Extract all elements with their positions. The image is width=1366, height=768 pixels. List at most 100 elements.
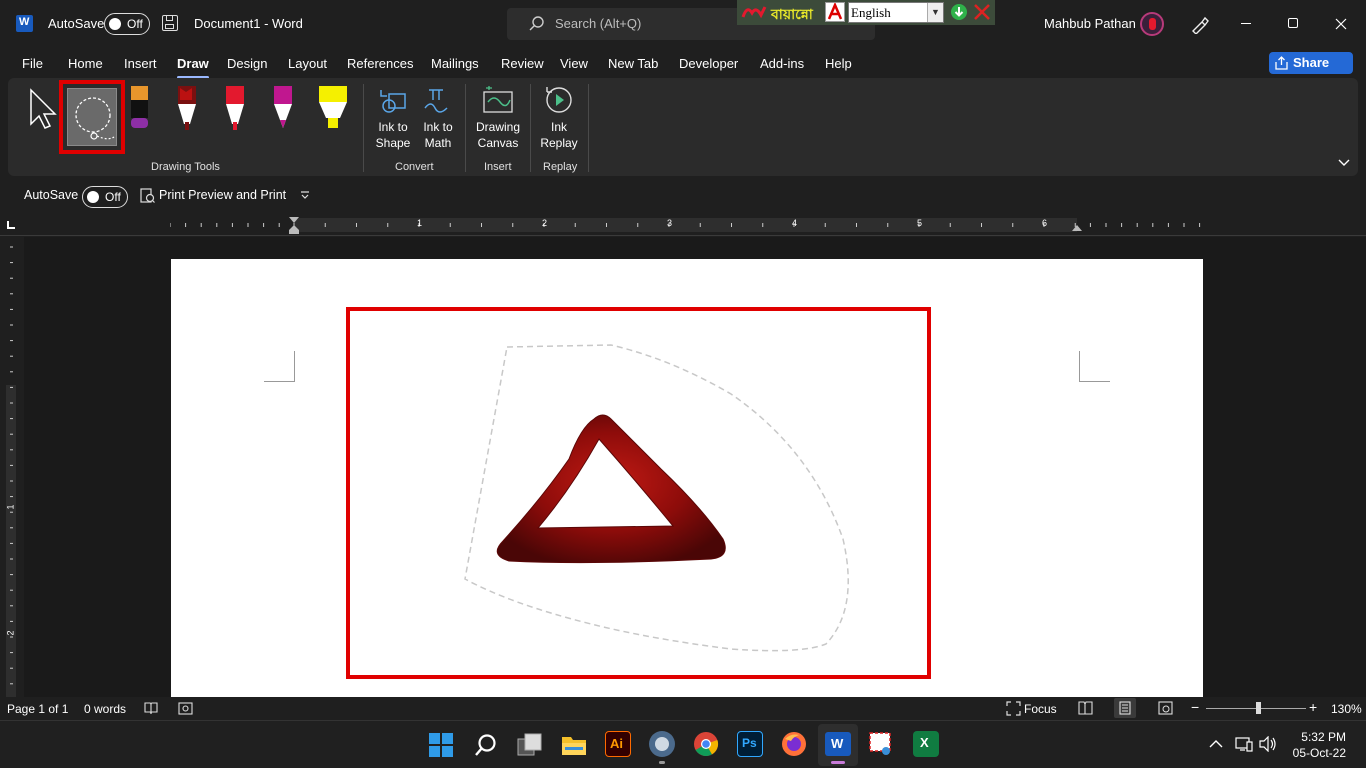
taskbar-time[interactable]: 5:32 PM bbox=[1286, 730, 1346, 744]
ribbon-panel: Drawing Tools Ink to Shape Ink to Math C… bbox=[8, 78, 1358, 176]
qat-autosave-toggle[interactable]: Off bbox=[82, 186, 128, 208]
ink-to-math-icon bbox=[424, 89, 448, 113]
windows-start-icon[interactable] bbox=[429, 733, 453, 757]
print-layout-button[interactable] bbox=[1114, 698, 1136, 718]
tab-help[interactable]: Help bbox=[825, 56, 852, 71]
read-mode-icon[interactable] bbox=[1078, 701, 1093, 715]
autosave-toggle[interactable]: Off bbox=[104, 13, 150, 35]
collapse-ribbon-icon[interactable] bbox=[1337, 158, 1351, 168]
ruler-number: 5 bbox=[917, 218, 923, 228]
tab-add-ins[interactable]: Add-ins bbox=[760, 56, 804, 71]
avatar[interactable] bbox=[1140, 12, 1164, 36]
tab-developer[interactable]: Developer bbox=[679, 56, 738, 71]
zoom-out-button[interactable]: − bbox=[1191, 699, 1199, 715]
illustrator-icon[interactable]: Ai bbox=[605, 731, 631, 757]
drawing-canvas-button[interactable]: Drawing Canvas bbox=[472, 84, 524, 154]
ink-replay-button[interactable]: Ink Replay bbox=[538, 84, 580, 154]
snipping-tool-icon[interactable] bbox=[868, 731, 894, 757]
tab-home[interactable]: Home bbox=[68, 56, 103, 71]
tab-layout[interactable]: Layout bbox=[288, 56, 327, 71]
word-logo-icon: W bbox=[16, 15, 33, 32]
designer-pen-icon[interactable] bbox=[1190, 14, 1210, 34]
group-label-replay: Replay bbox=[543, 161, 578, 173]
lasso-icon bbox=[75, 97, 115, 140]
ink-to-math-label-1: Ink to bbox=[423, 120, 453, 134]
search-placeholder: Search (Alt+Q) bbox=[555, 16, 642, 31]
print-preview-icon bbox=[140, 188, 155, 203]
ink-to-shape-label-1: Ink to bbox=[378, 120, 408, 134]
cut-icon[interactable] bbox=[973, 3, 991, 21]
photoshop-icon[interactable]: Ps bbox=[737, 731, 763, 757]
vruler-number: 2 bbox=[5, 630, 16, 636]
select-objects-button[interactable] bbox=[28, 88, 58, 130]
right-indent-marker[interactable] bbox=[1071, 224, 1083, 232]
lasso-select-button[interactable] bbox=[59, 80, 125, 154]
group-divider bbox=[588, 84, 589, 172]
taskbar-date[interactable]: 05-Oct-22 bbox=[1286, 746, 1346, 760]
maximize-button[interactable] bbox=[1270, 0, 1316, 48]
print-preview-button[interactable]: Print Preview and Print bbox=[159, 188, 286, 202]
tab-new-tab[interactable]: New Tab bbox=[608, 56, 658, 71]
tab-design[interactable]: Design bbox=[227, 56, 267, 71]
volume-icon[interactable] bbox=[1259, 736, 1277, 752]
indent-marker[interactable] bbox=[288, 216, 300, 234]
status-bar: Page 1 of 1 0 words Focus − + 130% bbox=[0, 697, 1366, 720]
close-button[interactable] bbox=[1318, 0, 1364, 48]
document-page[interactable] bbox=[171, 259, 1203, 697]
drawing-canvas-label-1: Drawing bbox=[475, 120, 520, 134]
save-icon[interactable] bbox=[162, 15, 178, 31]
tab-mailings[interactable]: Mailings bbox=[431, 56, 479, 71]
ruler-number: 4 bbox=[792, 218, 798, 228]
tab-references[interactable]: References bbox=[347, 56, 413, 71]
share-label: Share bbox=[1293, 55, 1330, 70]
user-name[interactable]: Mahbub Pathan bbox=[1044, 16, 1136, 31]
highlighter-yellow-icon[interactable] bbox=[318, 84, 348, 132]
word-taskbar-button[interactable]: W bbox=[818, 724, 858, 766]
focus-button[interactable]: Focus bbox=[1024, 702, 1057, 716]
customize-qat-icon[interactable] bbox=[300, 191, 310, 201]
download-icon[interactable] bbox=[951, 4, 967, 20]
file-explorer-icon[interactable] bbox=[561, 733, 587, 757]
tab-file[interactable]: File bbox=[22, 56, 43, 71]
pen-dark-red-icon[interactable] bbox=[176, 84, 198, 132]
pen-red-icon[interactable] bbox=[224, 84, 246, 132]
ink-to-math-button[interactable]: Ink to Math bbox=[418, 84, 458, 154]
tab-selector[interactable] bbox=[7, 221, 15, 229]
firefox-icon[interactable] bbox=[781, 731, 807, 757]
zoom-in-button[interactable]: + bbox=[1309, 699, 1317, 715]
ruler-number: 2 bbox=[542, 218, 548, 228]
word-count[interactable]: 0 words bbox=[84, 702, 126, 716]
ink-drawing-canvas[interactable] bbox=[171, 259, 1203, 697]
ink-to-shape-button[interactable]: Ink to Shape bbox=[372, 84, 414, 154]
zoom-slider-thumb[interactable] bbox=[1256, 702, 1261, 714]
tab-draw[interactable]: Draw bbox=[177, 56, 209, 79]
proofing-book-icon[interactable] bbox=[144, 702, 158, 715]
minimize-button[interactable] bbox=[1223, 0, 1269, 48]
share-button[interactable]: Share bbox=[1269, 52, 1353, 74]
ruler-number: 6 bbox=[1042, 218, 1048, 228]
pencil-magenta-icon[interactable] bbox=[272, 84, 294, 132]
task-view-icon[interactable] bbox=[517, 733, 543, 757]
bijoy-logo-icon bbox=[741, 6, 767, 19]
language-select[interactable]: English ▼ bbox=[848, 2, 944, 23]
print-layout-icon bbox=[1119, 701, 1131, 715]
vertical-ruler: 1 2 bbox=[0, 237, 24, 697]
chrome-icon[interactable] bbox=[693, 731, 719, 757]
chevron-down-icon: ▼ bbox=[927, 3, 943, 22]
chevron-up-icon[interactable] bbox=[1209, 739, 1223, 749]
group-divider bbox=[465, 84, 466, 172]
tab-view[interactable]: View bbox=[560, 56, 588, 71]
zoom-level[interactable]: 130% bbox=[1331, 702, 1362, 716]
page-count[interactable]: Page 1 of 1 bbox=[7, 702, 68, 716]
pen-orange-purple-icon[interactable] bbox=[130, 84, 150, 130]
adobe-icon[interactable] bbox=[825, 1, 845, 22]
ink-triangle-stroke bbox=[496, 414, 726, 564]
accessibility-icon[interactable] bbox=[178, 701, 193, 715]
app-icon[interactable] bbox=[649, 731, 675, 757]
excel-icon[interactable]: X bbox=[913, 731, 939, 757]
web-layout-icon[interactable] bbox=[1158, 701, 1173, 715]
tab-review[interactable]: Review bbox=[501, 56, 544, 71]
display-icon[interactable] bbox=[1235, 736, 1253, 752]
tab-insert[interactable]: Insert bbox=[124, 56, 157, 71]
search-icon[interactable] bbox=[474, 733, 498, 757]
